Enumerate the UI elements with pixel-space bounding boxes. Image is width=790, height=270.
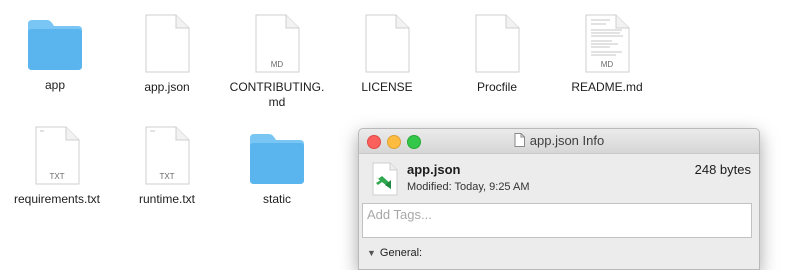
disclosure-triangle-icon: ▼ bbox=[367, 248, 376, 258]
file-label: Procfile bbox=[476, 80, 517, 94]
text-document-icon: TXT bbox=[145, 126, 190, 185]
file-size: 248 bytes bbox=[694, 162, 751, 177]
file-label: requirements.txt bbox=[13, 192, 101, 206]
file-item-requirements[interactable]: TXT requirements.txt bbox=[2, 126, 112, 207]
file-item-license[interactable]: LICENSE bbox=[332, 14, 442, 95]
file-label: runtime.txt bbox=[138, 192, 195, 206]
title-bar[interactable]: app.json Info bbox=[359, 129, 759, 154]
info-header: app.json Modified: Today, 9:25 AM 248 by… bbox=[371, 162, 751, 198]
file-label: app bbox=[44, 78, 66, 92]
text-document-icon: TXT bbox=[35, 126, 80, 185]
file-label: app.json bbox=[144, 80, 190, 94]
file-item-app-json[interactable]: app.json bbox=[112, 14, 222, 95]
window-title: app.json Info bbox=[359, 133, 759, 148]
document-icon bbox=[145, 14, 190, 73]
folder-icon bbox=[28, 20, 82, 70]
markdown-preview-icon: MD bbox=[585, 14, 630, 73]
document-icon bbox=[365, 14, 410, 73]
svg-text:MD: MD bbox=[271, 60, 284, 69]
file-item-static[interactable]: static bbox=[222, 128, 332, 207]
file-label: README.md bbox=[571, 80, 643, 94]
general-section-toggle[interactable]: ▼ General: bbox=[367, 247, 422, 259]
file-item-app[interactable]: app bbox=[0, 14, 110, 93]
file-item-readme[interactable]: MD README.md bbox=[552, 14, 662, 95]
tags-placeholder: Add Tags... bbox=[367, 207, 432, 222]
window-title-text: app.json Info bbox=[529, 133, 605, 148]
svg-text:TXT: TXT bbox=[49, 172, 64, 181]
file-item-contributing[interactable]: MD CONTRIBUTING. md bbox=[222, 14, 332, 110]
svg-text:TXT: TXT bbox=[159, 172, 174, 181]
file-name: app.json bbox=[407, 162, 461, 177]
vscode-file-icon bbox=[372, 162, 398, 196]
document-icon bbox=[475, 14, 520, 73]
file-label: static bbox=[262, 192, 291, 206]
info-window: app.json Info app.json Modified: Today, … bbox=[358, 128, 760, 270]
section-label: General: bbox=[379, 247, 423, 259]
file-item-runtime[interactable]: TXT runtime.txt bbox=[112, 126, 222, 207]
file-label: LICENSE bbox=[361, 80, 413, 94]
svg-text:MD: MD bbox=[601, 60, 614, 69]
file-item-procfile[interactable]: Procfile bbox=[442, 14, 552, 95]
tags-field[interactable]: Add Tags... bbox=[362, 203, 752, 238]
markdown-document-icon: MD bbox=[255, 14, 300, 73]
folder-icon bbox=[250, 134, 304, 184]
file-label: CONTRIBUTING. md bbox=[229, 80, 325, 109]
document-icon bbox=[514, 133, 525, 147]
modified-date: Modified: Today, 9:25 AM bbox=[407, 181, 530, 193]
